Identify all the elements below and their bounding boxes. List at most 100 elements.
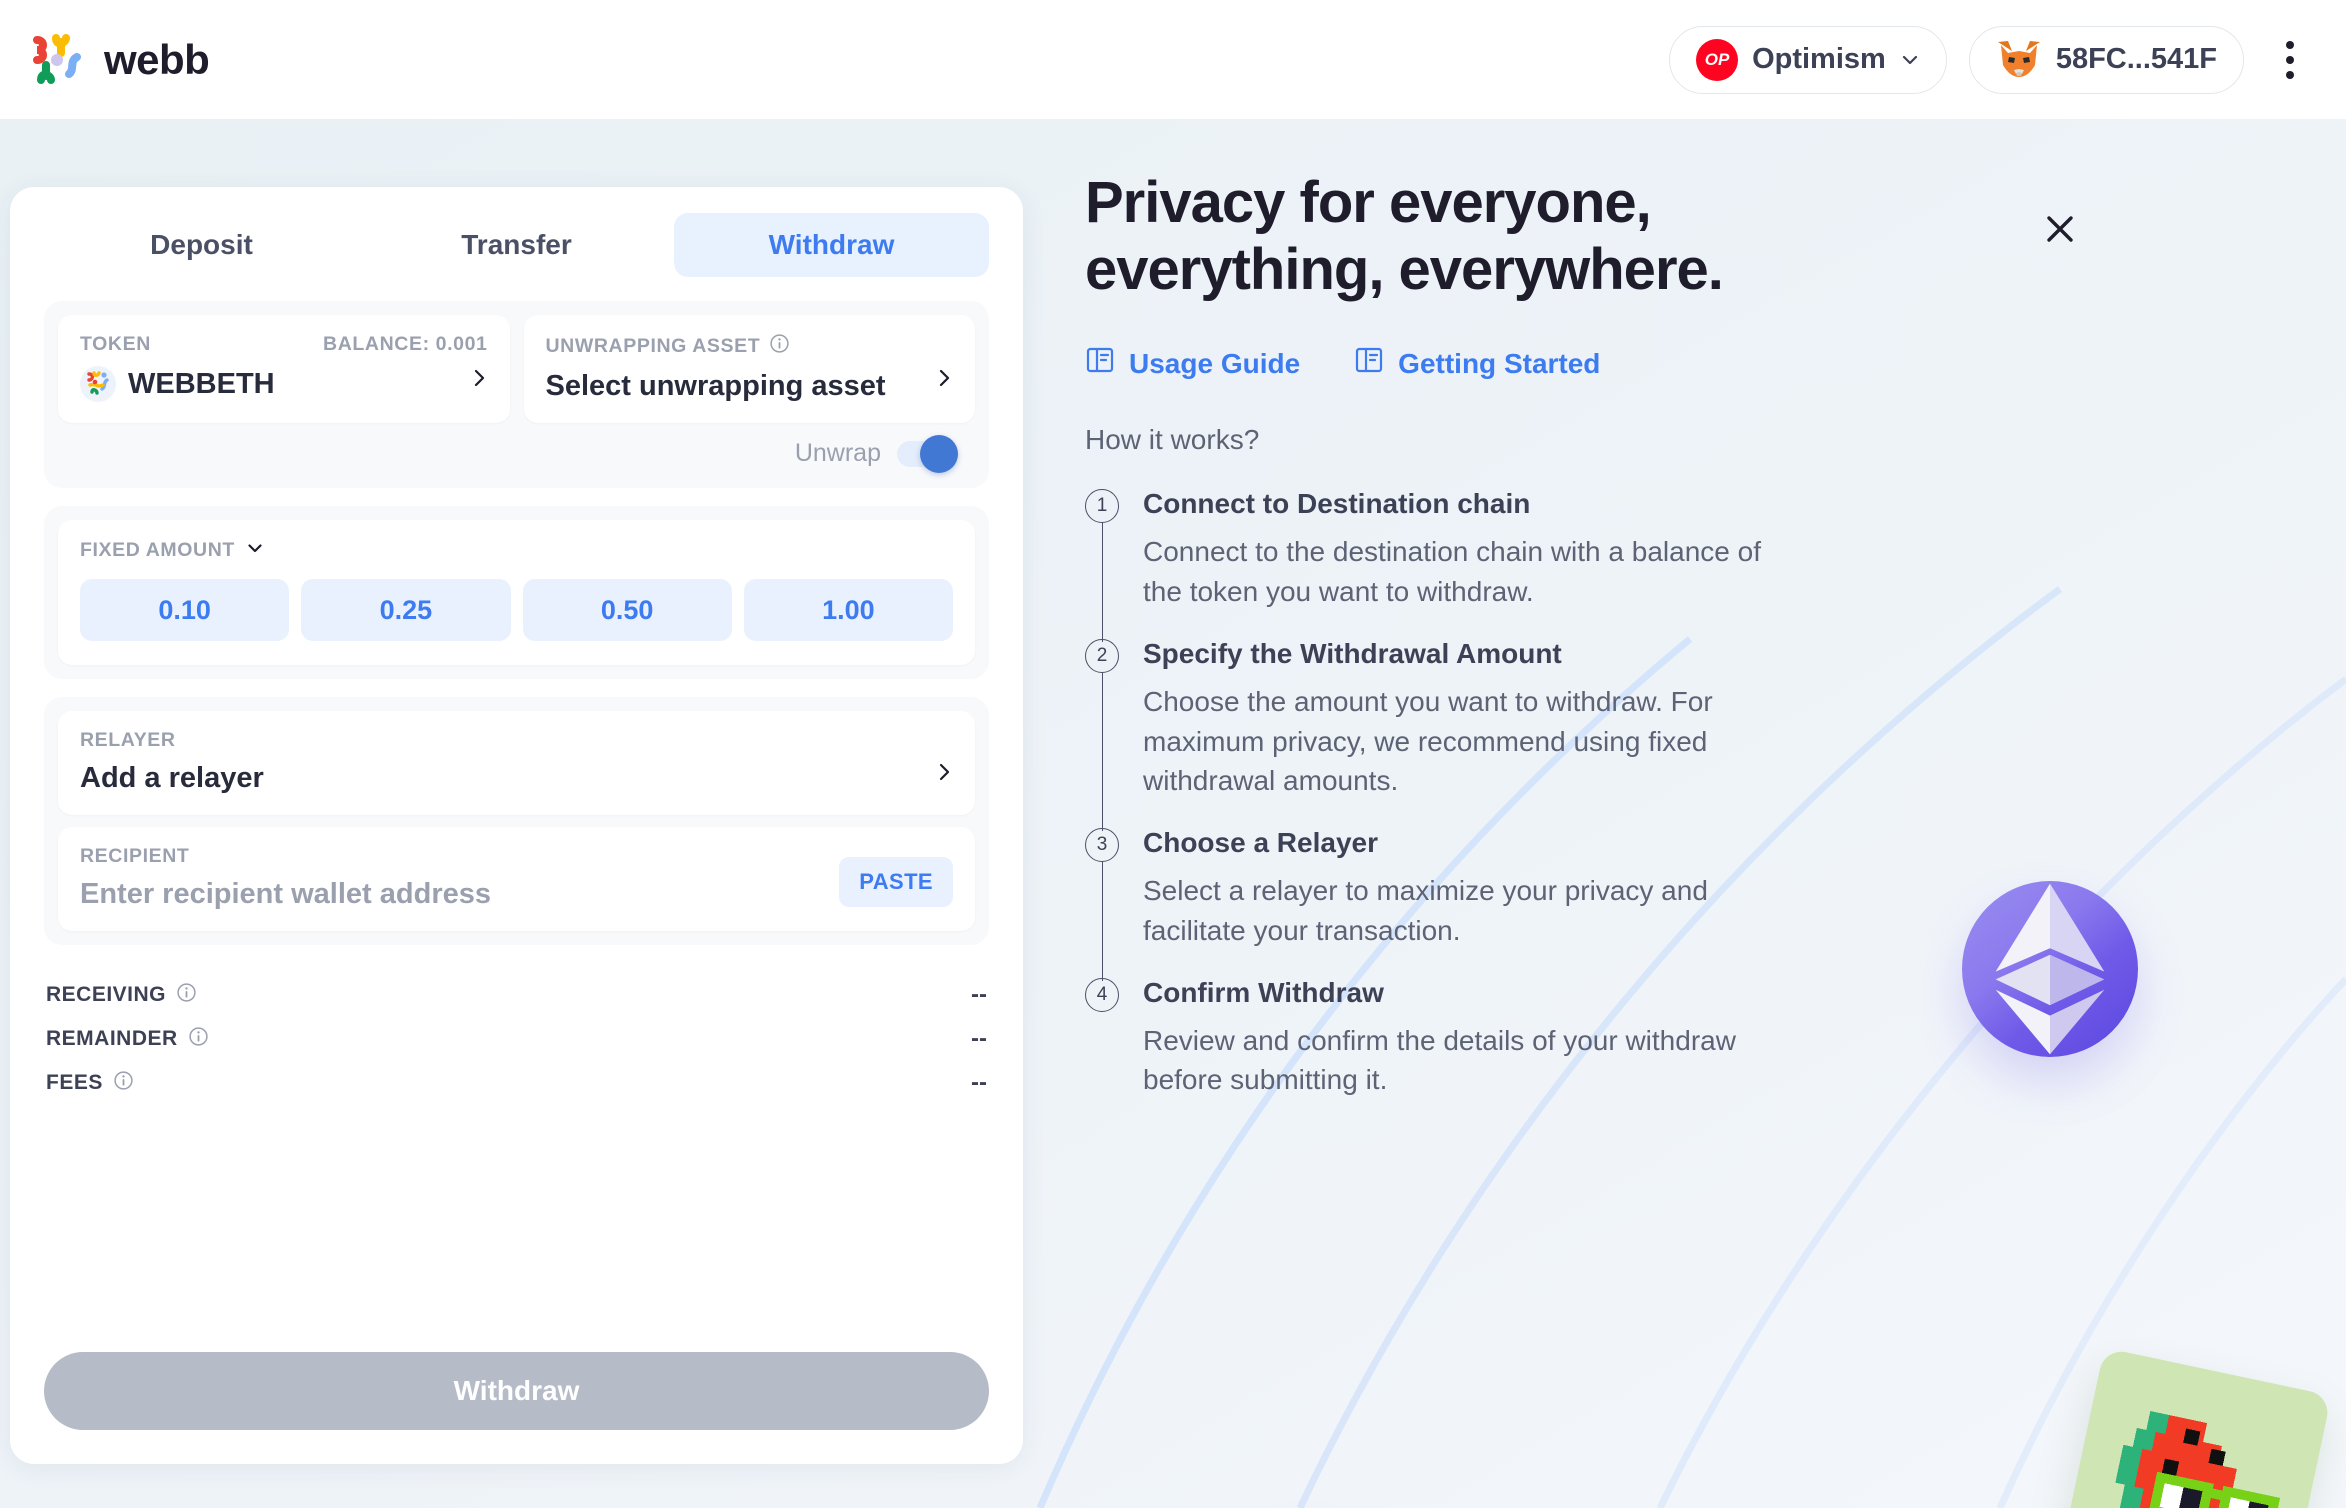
chevron-right-icon — [933, 761, 955, 783]
amount-option-1[interactable]: 0.25 — [301, 579, 511, 641]
unwrap-label: Unwrap — [794, 439, 881, 467]
recipient-caption: RECIPIENT — [80, 845, 190, 867]
summary-row-receiving: RECEIVING -- — [46, 973, 987, 1017]
step-body: Connect to the destination chain with a … — [1143, 536, 1761, 608]
close-icon[interactable] — [2038, 207, 2082, 251]
summary-row-remainder: REMAINDER -- — [46, 1017, 987, 1061]
step-body: Choose the amount you want to withdraw. … — [1143, 685, 1713, 797]
relayer-value: Add a relayer — [80, 762, 264, 794]
tab-transfer[interactable]: Transfer — [359, 213, 674, 277]
recipient-field: RECIPIENT PASTE — [58, 827, 975, 931]
wallet-address: 58FC...541F — [2055, 43, 2217, 75]
header-actions: OP Optimism 58FC...541F — [1669, 25, 2314, 94]
info-icon[interactable] — [188, 1026, 209, 1053]
unwrapping-asset-caption-text: UNWRAPPING ASSET — [545, 335, 761, 357]
summary-label-text: FEES — [46, 1071, 103, 1094]
step-title: Choose a Relayer — [1143, 827, 1378, 859]
app-root: webb OP Optimism 58FC...541F Deposit Tra… — [0, 0, 2346, 1508]
withdraw-panel: Deposit Transfer Withdraw TOKEN BALANCE:… — [10, 187, 1023, 1464]
summary-label-text: RECEIVING — [46, 983, 167, 1006]
info-icon[interactable] — [769, 333, 790, 360]
kebab-menu-icon[interactable] — [2266, 30, 2314, 90]
amount-option-2[interactable]: 0.50 — [522, 579, 732, 641]
fixed-amount-caption: FIXED AMOUNT — [80, 539, 235, 561]
summary-label: RECEIVING — [46, 982, 197, 1009]
amount-card: FIXED AMOUNT 0.10 0.25 0.50 1.00 — [58, 520, 975, 665]
usage-guide-label: Usage Guide — [1129, 347, 1301, 379]
step-item: 4 Confirm Withdraw Review and confirm th… — [1085, 977, 1885, 1101]
amount-option-3[interactable]: 1.00 — [743, 579, 953, 641]
info-panel: Privacy for everyone, everything, everyw… — [1085, 170, 1885, 1100]
step-item: 2 Specify the Withdrawal Amount Choose t… — [1085, 637, 1885, 832]
step-item: 1 Connect to Destination chain Connect t… — [1085, 488, 1885, 642]
info-links: Usage Guide Getting Started — [1085, 345, 1885, 382]
info-icon[interactable] — [113, 1070, 134, 1097]
brand[interactable]: webb — [30, 31, 210, 89]
wallet-button[interactable]: 58FC...541F — [1968, 25, 2244, 94]
paste-button[interactable]: PASTE — [839, 857, 953, 907]
network-label: Optimism — [1752, 43, 1886, 75]
step-item: 3 Choose a Relayer Select a relayer to m… — [1085, 827, 1885, 981]
token-caption: TOKEN — [80, 333, 151, 355]
how-it-works-title: How it works? — [1085, 424, 1260, 456]
relayer-caption: RELAYER — [80, 729, 176, 751]
unwrap-toggle-row: Unwrap — [58, 423, 975, 474]
optimism-logo-icon: OP — [1696, 38, 1739, 81]
amount-option-0[interactable]: 0.10 — [80, 579, 290, 641]
tab-withdraw[interactable]: Withdraw — [674, 213, 989, 277]
webb-logo-icon — [30, 31, 88, 89]
summary-label-text: REMAINDER — [46, 1027, 178, 1050]
summary-value: -- — [971, 1069, 987, 1096]
step-title: Connect to Destination chain — [1143, 488, 1531, 520]
unwrap-toggle[interactable] — [897, 434, 958, 473]
chevron-right-icon — [468, 367, 490, 389]
recipient-input[interactable] — [80, 878, 840, 911]
chevron-down-icon — [245, 538, 265, 563]
getting-started-label: Getting Started — [1398, 347, 1601, 379]
step-body: Review and confirm the details of your w… — [1143, 1024, 1736, 1096]
step-number: 4 — [1085, 977, 1119, 1012]
getting-started-link[interactable]: Getting Started — [1354, 345, 1600, 382]
summary-label: REMAINDER — [46, 1026, 209, 1053]
step-number: 2 — [1085, 638, 1119, 673]
usage-guide-link[interactable]: Usage Guide — [1085, 345, 1300, 382]
summary-row-fees: FEES -- — [46, 1061, 987, 1105]
withdraw-submit-button[interactable]: Withdraw — [44, 1352, 989, 1430]
book-icon — [1354, 345, 1384, 382]
info-heading-line2: everything, everywhere. — [1085, 236, 1724, 302]
info-heading-line1: Privacy for everyone, — [1085, 170, 1652, 235]
unwrapping-asset-value: Select unwrapping asset — [545, 370, 886, 402]
summary-value: -- — [971, 981, 987, 1008]
ethereum-logo-icon — [1962, 881, 2138, 1057]
summary-value: -- — [971, 1025, 987, 1052]
webb-token-icon — [80, 366, 116, 402]
token-symbol: WEBBETH — [128, 367, 275, 400]
tab-deposit[interactable]: Deposit — [44, 213, 359, 277]
unwrapping-asset-selector[interactable]: UNWRAPPING ASSET Select unwrapping asset — [523, 315, 975, 423]
info-heading: Privacy for everyone, everything, everyw… — [1085, 170, 1885, 303]
summary-label: FEES — [46, 1070, 134, 1097]
step-number: 1 — [1085, 489, 1119, 524]
metamask-fox-icon — [1996, 39, 2042, 81]
relayer-selector[interactable]: RELAYER Add a relayer — [58, 711, 975, 815]
fixed-amount-options: 0.10 0.25 0.50 1.00 — [80, 579, 953, 641]
step-title: Confirm Withdraw — [1143, 976, 1384, 1008]
amount-group: FIXED AMOUNT 0.10 0.25 0.50 1.00 — [44, 506, 989, 679]
token-balance: BALANCE: 0.001 — [323, 333, 488, 355]
info-icon[interactable] — [176, 982, 197, 1009]
summary-list: RECEIVING -- REMAINDER -- FEES -- — [44, 967, 989, 1105]
unwrapping-asset-caption: UNWRAPPING ASSET — [546, 333, 791, 360]
token-group: TOKEN BALANCE: 0.001 WEBBETH UNWRAPPING … — [44, 301, 989, 488]
book-icon — [1085, 345, 1115, 382]
token-selector[interactable]: TOKEN BALANCE: 0.001 WEBBETH — [58, 315, 510, 423]
step-number: 3 — [1085, 828, 1119, 863]
chevron-right-icon — [933, 367, 955, 389]
step-title: Specify the Withdrawal Amount — [1143, 637, 1562, 669]
step-body: Select a relayer to maximize your privac… — [1143, 875, 1708, 946]
bridge-tabs: Deposit Transfer Withdraw — [44, 213, 989, 277]
fixed-amount-dropdown[interactable]: FIXED AMOUNT — [80, 538, 265, 563]
app-header: webb OP Optimism 58FC...541F — [0, 0, 2346, 119]
chevron-down-icon — [1900, 50, 1920, 70]
network-selector[interactable]: OP Optimism — [1669, 25, 1947, 94]
relayer-recipient-group: RELAYER Add a relayer RECIPIENT PASTE — [44, 697, 989, 945]
